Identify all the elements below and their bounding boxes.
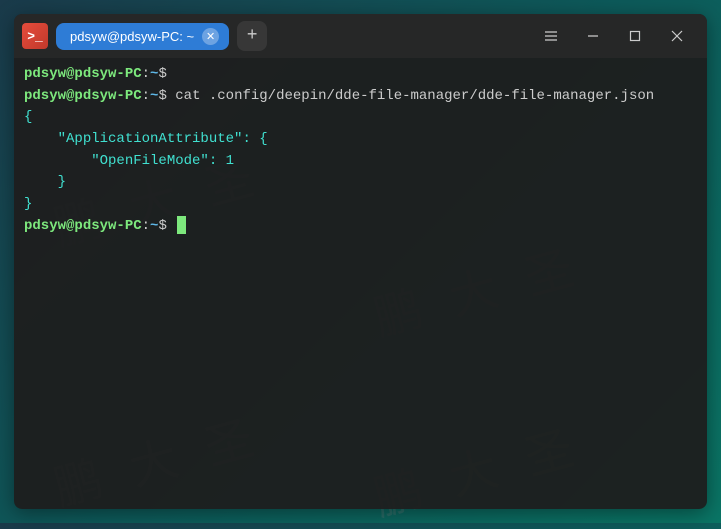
command-line: pdsyw@pdsyw-PC:~$ cat .config/deepin/dde… <box>24 86 697 108</box>
output-line: } <box>24 172 697 194</box>
prompt-symbol: $ <box>158 218 166 234</box>
terminal-tab[interactable]: pdsyw@pdsyw-PC: ~ ✕ <box>56 23 229 50</box>
close-icon[interactable] <box>665 24 689 48</box>
titlebar: >_ pdsyw@pdsyw-PC: ~ ✕ + <box>14 14 707 58</box>
command-text: cat .config/deepin/dde-file-manager/dde-… <box>175 88 654 104</box>
prompt-user: pdsyw <box>24 88 66 104</box>
prompt-host: pdsyw-PC <box>74 218 141 234</box>
terminal-app-icon: >_ <box>22 23 48 49</box>
json-key: "ApplicationAttribute" <box>58 131 243 147</box>
indent <box>24 131 58 147</box>
output-line: { <box>24 107 697 129</box>
output-line: } <box>24 194 697 216</box>
prompt-colon: : <box>142 88 150 104</box>
prompt-line: pdsyw@pdsyw-PC:~$ <box>24 64 697 86</box>
prompt-host: pdsyw-PC <box>74 66 141 82</box>
prompt-user: pdsyw <box>24 218 66 234</box>
tab-title: pdsyw@pdsyw-PC: ~ <box>70 29 194 44</box>
menu-icon[interactable] <box>539 24 563 48</box>
prompt-line: pdsyw@pdsyw-PC:~$ <box>24 216 697 238</box>
add-tab-button[interactable]: + <box>237 21 267 51</box>
json-punc: : { <box>242 131 267 147</box>
terminal-body[interactable]: pdsyw@pdsyw-PC:~$ pdsyw@pdsyw-PC:~$ cat … <box>14 58 707 244</box>
json-key: "OpenFileMode" <box>91 153 209 169</box>
prompt-colon: : <box>142 66 150 82</box>
indent <box>24 153 91 169</box>
window-controls <box>539 24 699 48</box>
prompt-colon: : <box>142 218 150 234</box>
output-line: "OpenFileMode": 1 <box>24 151 697 173</box>
prompt-symbol: $ <box>158 66 166 82</box>
tab-close-icon[interactable]: ✕ <box>202 28 219 45</box>
maximize-icon[interactable] <box>623 24 647 48</box>
cursor <box>177 216 186 234</box>
output-line: "ApplicationAttribute": { <box>24 129 697 151</box>
terminal-window: >_ pdsyw@pdsyw-PC: ~ ✕ + pdsyw@pdsyw-PC:… <box>14 14 707 509</box>
prompt-host: pdsyw-PC <box>74 88 141 104</box>
prompt-user: pdsyw <box>24 66 66 82</box>
prompt-symbol: $ <box>158 88 166 104</box>
json-punc: : 1 <box>209 153 234 169</box>
minimize-icon[interactable] <box>581 24 605 48</box>
